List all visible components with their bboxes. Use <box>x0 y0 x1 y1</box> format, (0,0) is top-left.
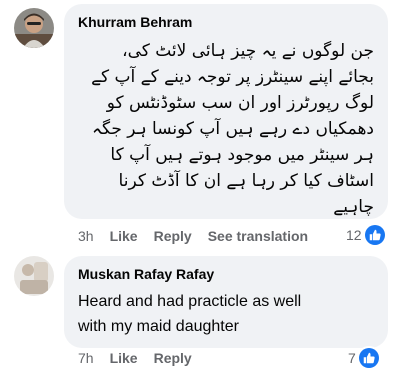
reaction-count: 7 <box>348 350 356 366</box>
text-line: اسٹاف کیا کر رہا ہے ان کا آڈٹ کرنا <box>118 171 374 191</box>
comment-author[interactable]: Muskan Rafay Rafay <box>78 266 214 282</box>
text-line: with my maid daughter <box>78 318 239 335</box>
comment-time[interactable]: 7h <box>78 350 94 366</box>
like-button[interactable]: Like <box>110 350 138 366</box>
avatar[interactable] <box>14 8 54 48</box>
reply-button[interactable]: Reply <box>154 350 192 366</box>
comment-text: Heard and had practicle as well with my … <box>78 289 378 339</box>
comment-2: Muskan Rafay Rafay Heard and had practic… <box>0 250 420 372</box>
text-line: لوگ رپورٹرز اور ان سب سٹوڈنٹس کو <box>106 93 374 113</box>
comment-time[interactable]: 3h <box>78 228 94 244</box>
comment-bubble: Khurram Behram جن لوگوں نے یہ چیز ہائی ل… <box>64 4 388 219</box>
text-line: جن لوگوں نے یہ چیز ہائی لائٹ کی، <box>122 41 374 61</box>
reactions[interactable]: 12 <box>346 225 385 245</box>
comment-text: جن لوگوں نے یہ چیز ہائی لائٹ کی، بجائے ا… <box>74 38 374 220</box>
text-line: ہر سینٹر میں موجود ہوتے ہیں آپ کا <box>110 145 374 165</box>
text-line: چاہیے <box>333 197 374 217</box>
text-line: دھمکیاں دے رہے ہیں آپ کونسا ہر جگہ <box>92 119 374 139</box>
reply-button[interactable]: Reply <box>154 228 192 244</box>
comment-author[interactable]: Khurram Behram <box>78 14 192 30</box>
like-button[interactable]: Like <box>110 228 138 244</box>
thumbs-up-icon <box>358 348 379 368</box>
reaction-count: 12 <box>346 227 362 243</box>
comment-actions: 3h Like Reply See translation <box>78 226 324 246</box>
text-line: Heard and had practicle as well <box>78 293 302 310</box>
user-photo-icon <box>14 8 54 48</box>
see-translation-button[interactable]: See translation <box>208 228 308 244</box>
comment-actions: 7h Like Reply <box>78 348 208 368</box>
avatar[interactable] <box>14 256 54 296</box>
text-line: بجائے اپنے سینٹرز پر توجہ دینے کے آپ کے <box>91 67 374 87</box>
thumbs-up-icon <box>364 225 385 245</box>
reactions[interactable]: 7 <box>348 348 379 368</box>
user-photo-icon <box>14 256 54 296</box>
comment-1: Khurram Behram جن لوگوں نے یہ چیز ہائی ل… <box>0 0 420 250</box>
comment-bubble: Muskan Rafay Rafay Heard and had practic… <box>64 256 388 348</box>
